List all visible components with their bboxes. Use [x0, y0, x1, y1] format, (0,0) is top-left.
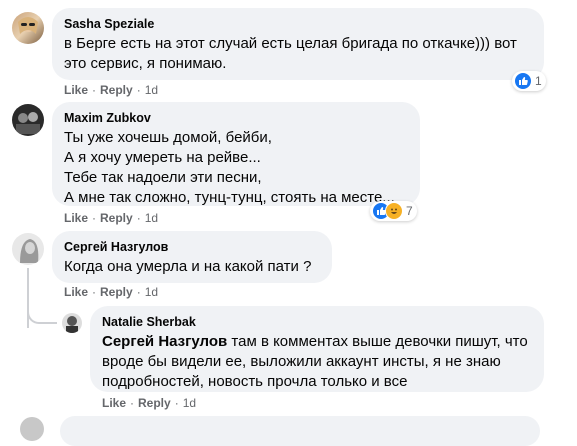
timestamp[interactable]: 1d [145, 83, 158, 97]
reply-text: Сергей Назгулов там в комментах выше дев… [102, 333, 528, 390]
like-link[interactable]: Like [102, 396, 126, 410]
comment-text: Ты уже хочешь домой, бейби, А я хочу уме… [64, 129, 395, 206]
like-link[interactable]: Like [64, 285, 88, 299]
timestamp[interactable]: 1d [145, 285, 158, 299]
like-link[interactable]: Like [64, 211, 88, 225]
comment-bubble: Maxim Zubkov Ты уже хочешь домой, бейби,… [52, 102, 420, 206]
reply-link[interactable]: Reply [100, 285, 133, 299]
avatar-sergey-nazgulov[interactable] [12, 233, 44, 265]
reply-link[interactable]: Reply [138, 396, 171, 410]
avatar-natalie-sherbak[interactable] [62, 313, 82, 333]
avatar-sasha-speziale[interactable] [12, 12, 44, 44]
reply-bubble: Natalie Sherbak Сергей Назгулов там в ко… [90, 306, 544, 392]
like-icon [514, 72, 532, 90]
comment-actions: Like · Reply · 1d [64, 211, 159, 225]
comment-author[interactable]: Сергей Назгулов [64, 239, 320, 255]
comment-text: Когда она умерла и на какой пати ? [64, 258, 312, 275]
haha-icon [385, 202, 403, 220]
comment-actions: Like · Reply · 1d [64, 285, 159, 299]
reply-link[interactable]: Reply [100, 83, 133, 97]
reaction-summary[interactable]: 1 [512, 71, 546, 91]
comment-bubble: Sasha Speziale в Берге есть на этот случ… [52, 8, 544, 80]
reply-actions: Like · Reply · 1d [102, 396, 197, 410]
like-link[interactable]: Like [64, 83, 88, 97]
reaction-summary[interactable]: 7 [370, 201, 417, 221]
reply-author[interactable]: Natalie Sherbak [102, 314, 532, 330]
comment-actions: Like · Reply · 1d [64, 83, 159, 97]
comment-author[interactable]: Maxim Zubkov [64, 110, 408, 126]
timestamp[interactable]: 1d [145, 211, 158, 225]
mention-link[interactable]: Сергей Назгулов [102, 333, 227, 350]
reaction-count: 1 [535, 74, 542, 88]
timestamp[interactable]: 1d [183, 396, 196, 410]
comment-bubble: Сергей Назгулов Когда она умерла и на ка… [52, 231, 332, 283]
reaction-count: 7 [406, 204, 413, 218]
reply-link[interactable]: Reply [100, 211, 133, 225]
comment-author[interactable]: Sasha Speziale [64, 16, 532, 32]
avatar-maxim-zubkov[interactable] [12, 104, 44, 136]
comment-text: в Берге есть на этот случай есть целая б… [64, 35, 517, 72]
thread-connector-curve [27, 300, 57, 324]
